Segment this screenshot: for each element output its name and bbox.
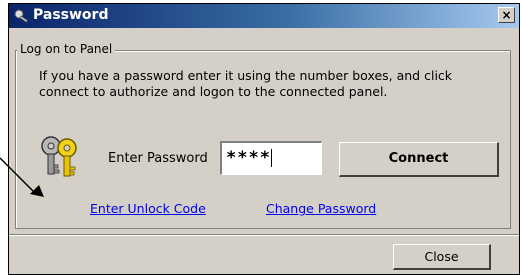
change-password-link[interactable]: Change Password (266, 201, 376, 216)
group-legend: Log on to Panel (17, 42, 116, 56)
close-button[interactable]: Close (393, 244, 491, 270)
title-bar: Password × (9, 4, 519, 28)
password-value: **** (226, 148, 271, 168)
password-label: Enter Password (108, 151, 208, 166)
instructions-text: If you have a password enter it using th… (39, 68, 453, 99)
password-field[interactable]: **** (220, 141, 322, 175)
connect-button[interactable]: Connect (339, 142, 499, 177)
enter-unlock-code-link[interactable]: Enter Unlock Code (90, 201, 206, 216)
password-dialog: Password × Log on to Panel If you have a… (8, 3, 520, 275)
text-caret (270, 149, 272, 167)
close-window-button[interactable]: × (498, 7, 515, 23)
footer-divider (9, 234, 519, 236)
window-title: Password (33, 7, 109, 23)
pointer-arrow (0, 157, 44, 197)
key-icon (14, 9, 29, 23)
